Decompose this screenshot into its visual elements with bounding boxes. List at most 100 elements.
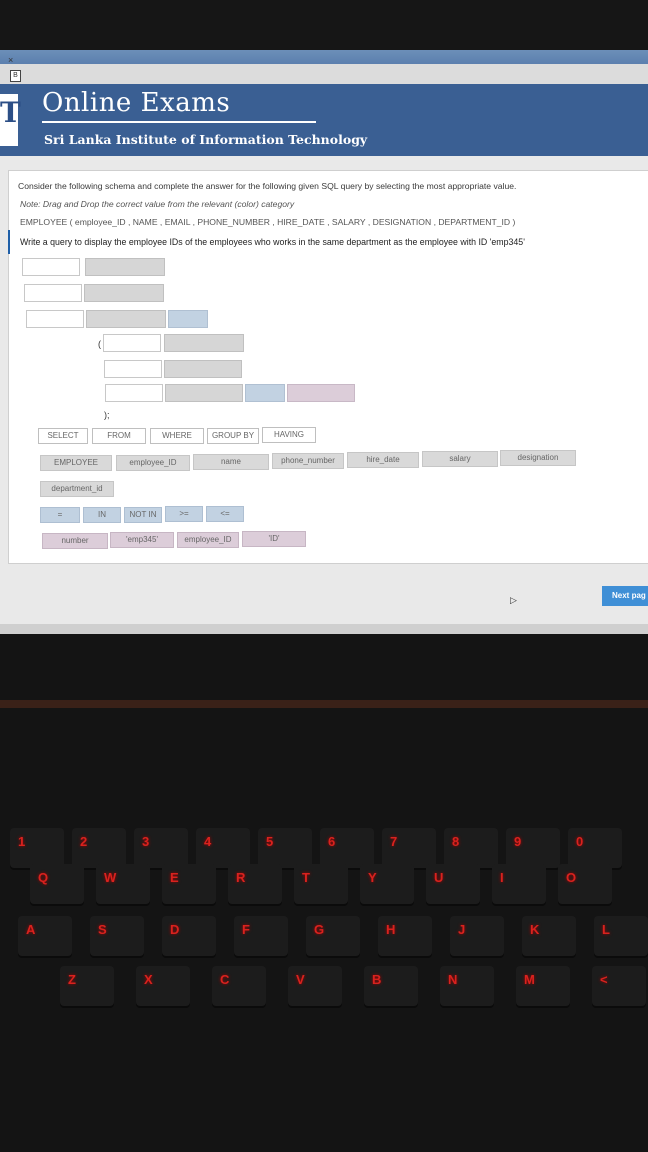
token-employee-id[interactable]: employee_ID bbox=[116, 455, 190, 471]
token-select[interactable]: SELECT bbox=[38, 428, 88, 444]
key-n: N bbox=[440, 966, 494, 1006]
drop-slot-operator[interactable] bbox=[168, 310, 208, 328]
key-label: X bbox=[144, 972, 153, 987]
token-employee[interactable]: EMPLOYEE bbox=[40, 455, 112, 471]
token-having[interactable]: HAVING bbox=[262, 427, 316, 443]
key-d: D bbox=[162, 916, 216, 956]
key-<: < bbox=[592, 966, 646, 1006]
key-t: T bbox=[294, 864, 348, 904]
logo-letter: T bbox=[0, 96, 21, 129]
key-label: L bbox=[602, 922, 610, 937]
key-k: K bbox=[522, 916, 576, 956]
drop-slot-column[interactable] bbox=[164, 360, 242, 378]
token-hire-date[interactable]: hire_date bbox=[347, 452, 419, 468]
drop-slot-keyword[interactable] bbox=[22, 258, 80, 276]
drop-slot-keyword[interactable] bbox=[104, 360, 162, 378]
token-not-in[interactable]: NOT IN bbox=[124, 507, 162, 523]
key-label: 1 bbox=[18, 834, 26, 849]
drop-slot-keyword[interactable] bbox=[24, 284, 82, 302]
site-title: Online Exams bbox=[42, 88, 231, 118]
key-label: Q bbox=[38, 870, 49, 885]
key-label: K bbox=[530, 922, 540, 937]
token-in[interactable]: IN bbox=[83, 507, 121, 523]
key-label: 2 bbox=[80, 834, 88, 849]
key-label: G bbox=[314, 922, 325, 937]
next-page-button[interactable]: Next pag bbox=[602, 586, 648, 606]
key-label: W bbox=[104, 870, 117, 885]
key-x: X bbox=[136, 966, 190, 1006]
token-name[interactable]: name bbox=[193, 454, 269, 470]
token-salary[interactable]: salary bbox=[422, 451, 498, 467]
page-tab-icon[interactable]: B bbox=[10, 70, 21, 82]
drop-slot-column[interactable] bbox=[164, 334, 244, 352]
site-subtitle: Sri Lanka Institute of Information Techn… bbox=[44, 132, 368, 147]
browser-frame bbox=[0, 50, 648, 64]
token-number[interactable]: number bbox=[42, 533, 108, 549]
key-label: 4 bbox=[204, 834, 212, 849]
key-u: U bbox=[426, 864, 480, 904]
screen-bezel bbox=[0, 0, 648, 50]
key-m: M bbox=[516, 966, 570, 1006]
token-equals[interactable]: = bbox=[40, 507, 80, 523]
drop-slot-operator[interactable] bbox=[245, 384, 285, 402]
key-label: O bbox=[566, 870, 577, 885]
token-from[interactable]: FROM bbox=[92, 428, 146, 444]
key-a: A bbox=[18, 916, 72, 956]
token-emp345[interactable]: 'emp345' bbox=[110, 532, 174, 548]
key-label: 5 bbox=[266, 834, 274, 849]
drop-slot-column[interactable] bbox=[85, 258, 165, 276]
key-label: N bbox=[448, 972, 458, 987]
mouse-cursor-icon: ▷ bbox=[510, 595, 517, 605]
key-z: Z bbox=[60, 966, 114, 1006]
key-c: C bbox=[212, 966, 266, 1006]
key-label: C bbox=[220, 972, 230, 987]
key-label: D bbox=[170, 922, 180, 937]
key-label: I bbox=[500, 870, 504, 885]
token-greater-equal[interactable]: >= bbox=[165, 506, 203, 522]
key-label: B bbox=[372, 972, 382, 987]
close-tab-icon[interactable]: × bbox=[8, 55, 13, 65]
token-group-by[interactable]: GROUP BY bbox=[207, 428, 259, 444]
token-phone-number[interactable]: phone_number bbox=[272, 453, 344, 469]
drop-slot-column[interactable] bbox=[84, 284, 164, 302]
key-label: R bbox=[236, 870, 246, 885]
token-department-id[interactable]: department_id bbox=[40, 481, 114, 497]
key-w: W bbox=[96, 864, 150, 904]
key-7: 7 bbox=[382, 828, 436, 868]
key-label: J bbox=[458, 922, 466, 937]
token-id-literal[interactable]: 'ID' bbox=[242, 531, 306, 547]
key-r: R bbox=[228, 864, 282, 904]
drop-slot-column[interactable] bbox=[86, 310, 166, 328]
drop-slot-keyword[interactable] bbox=[26, 310, 84, 328]
question-schema: EMPLOYEE ( employee_ID , NAME , EMAIL , … bbox=[20, 217, 516, 227]
close-paren: ); bbox=[104, 410, 110, 420]
key-s: S bbox=[90, 916, 144, 956]
key-label: U bbox=[434, 870, 444, 885]
token-less-equal[interactable]: <= bbox=[206, 506, 244, 522]
key-label: 8 bbox=[452, 834, 460, 849]
key-h: H bbox=[378, 916, 432, 956]
question-marker bbox=[8, 230, 10, 254]
drop-slot-keyword[interactable] bbox=[105, 384, 163, 402]
token-designation[interactable]: designation bbox=[500, 450, 576, 466]
key-o: O bbox=[558, 864, 612, 904]
question-note: Note: Drag and Drop the correct value fr… bbox=[20, 199, 295, 209]
key-b: B bbox=[364, 966, 418, 1006]
drop-slot-keyword[interactable] bbox=[103, 334, 161, 352]
token-employee-id-value[interactable]: employee_ID bbox=[177, 532, 239, 548]
token-where[interactable]: WHERE bbox=[150, 428, 204, 444]
drop-slot-value[interactable] bbox=[287, 384, 355, 402]
page-footer bbox=[0, 624, 648, 634]
drop-slot-column[interactable] bbox=[165, 384, 243, 402]
key-4: 4 bbox=[196, 828, 250, 868]
key-1: 1 bbox=[10, 828, 64, 868]
question-task: Write a query to display the employee ID… bbox=[20, 237, 525, 247]
key-8: 8 bbox=[444, 828, 498, 868]
key-label: Y bbox=[368, 870, 377, 885]
key-label: V bbox=[296, 972, 305, 987]
laptop-hinge bbox=[0, 700, 648, 708]
key-q: Q bbox=[30, 864, 84, 904]
key-label: M bbox=[524, 972, 535, 987]
key-v: V bbox=[288, 966, 342, 1006]
key-label: 6 bbox=[328, 834, 336, 849]
